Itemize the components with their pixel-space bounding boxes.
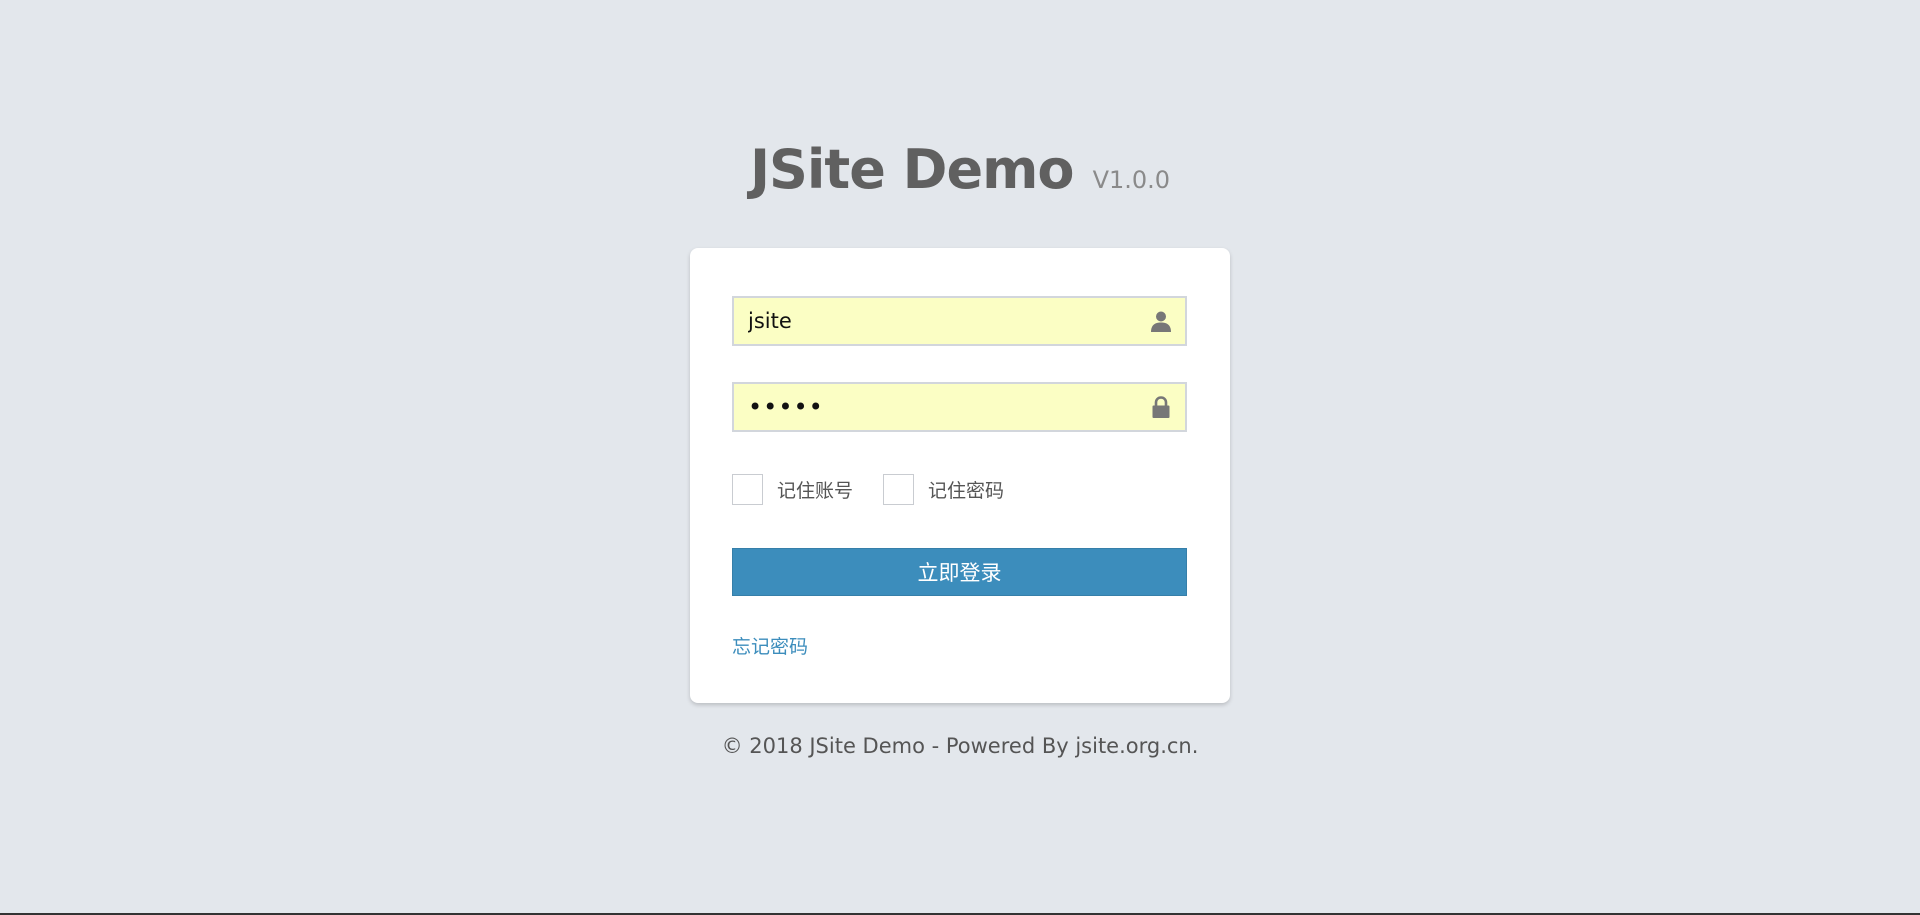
app-version: V1.0.0 xyxy=(1092,166,1171,194)
user-icon xyxy=(1151,311,1171,332)
remember-password-label: 记住密码 xyxy=(928,479,1005,502)
remember-account-checkbox[interactable] xyxy=(732,473,763,505)
password-input[interactable] xyxy=(748,384,1128,430)
login-button[interactable]: 立即登录 xyxy=(732,548,1187,596)
lock-icon xyxy=(1152,396,1170,418)
forgot-password-link[interactable]: 忘记密码 xyxy=(732,632,808,659)
remember-options: 记住账号 记住密码 xyxy=(732,472,1034,506)
password-field xyxy=(732,382,1187,432)
login-page: JSite Demo V1.0.0 记住账号 记住密码 xyxy=(0,0,1920,915)
username-field xyxy=(732,296,1187,346)
username-input[interactable] xyxy=(748,298,1128,344)
login-card: 记住账号 记住密码 立即登录 忘记密码 xyxy=(690,248,1230,703)
app-title: JSite Demo xyxy=(749,138,1075,201)
remember-password-checkbox[interactable] xyxy=(883,473,915,505)
remember-account-option[interactable]: 记住账号 xyxy=(732,473,854,505)
footer-copyright: © 2018 JSite Demo - Powered By jsite.org… xyxy=(721,734,1199,758)
title-area: JSite Demo V1.0.0 xyxy=(0,138,1920,201)
remember-account-label: 记住账号 xyxy=(777,479,854,502)
remember-password-option[interactable]: 记住密码 xyxy=(883,473,1005,505)
